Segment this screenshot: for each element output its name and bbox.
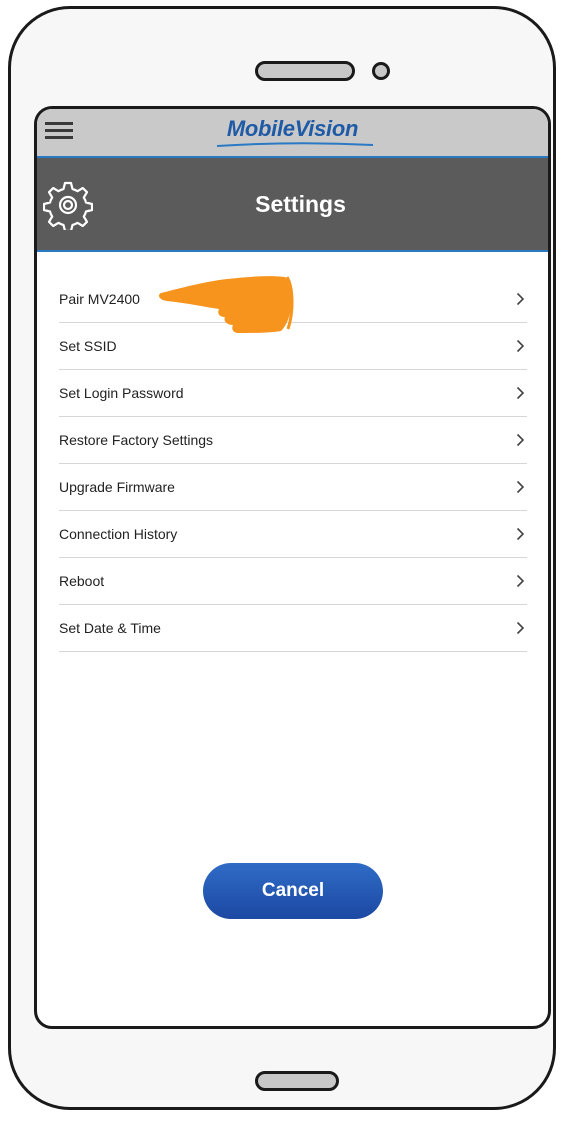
- chevron-right-icon: [516, 292, 525, 306]
- pointing-hand-icon: [159, 276, 294, 333]
- home-button[interactable]: [255, 1071, 339, 1091]
- settings-item-label: Upgrade Firmware: [59, 479, 175, 495]
- settings-item-label: Restore Factory Settings: [59, 432, 214, 448]
- chevron-right-icon: [516, 574, 525, 588]
- settings-item-label: Set Login Password: [59, 385, 184, 401]
- brand-swoosh-icon: [216, 142, 374, 147]
- chevron-right-icon: [516, 339, 525, 353]
- page-title: Settings: [255, 191, 346, 217]
- settings-item-set-login-password[interactable]: Set Login Password: [59, 370, 527, 417]
- settings-item-restore-factory-settings[interactable]: Restore Factory Settings: [59, 417, 527, 464]
- chevron-right-icon: [516, 433, 525, 447]
- chevron-right-icon: [516, 527, 525, 541]
- page-header: Settings: [37, 158, 548, 252]
- chevron-right-icon: [516, 386, 525, 400]
- settings-item-reboot[interactable]: Reboot: [59, 558, 527, 605]
- settings-item-connection-history[interactable]: Connection History: [59, 511, 527, 558]
- settings-item-upgrade-firmware[interactable]: Upgrade Firmware: [59, 464, 527, 511]
- settings-item-label: Reboot: [59, 573, 105, 589]
- settings-item-label: Set Date & Time: [59, 620, 161, 636]
- brand-logo: MobileVision: [226, 116, 359, 141]
- settings-item-label: Connection History: [59, 526, 178, 542]
- settings-item-label: Set SSID: [59, 338, 117, 354]
- chevron-right-icon: [516, 621, 525, 635]
- cancel-button[interactable]: Cancel: [203, 863, 383, 919]
- speaker-grille: [255, 61, 355, 81]
- front-camera: [372, 62, 390, 80]
- settings-item-set-date-time[interactable]: Set Date & Time: [59, 605, 527, 652]
- settings-item-label: Pair MV2400: [59, 291, 140, 307]
- chevron-right-icon: [516, 480, 525, 494]
- app-top-bar: MobileVision: [37, 109, 548, 158]
- app-screen: MobileVision Settings Pair MV2400 Set SS…: [34, 106, 551, 1029]
